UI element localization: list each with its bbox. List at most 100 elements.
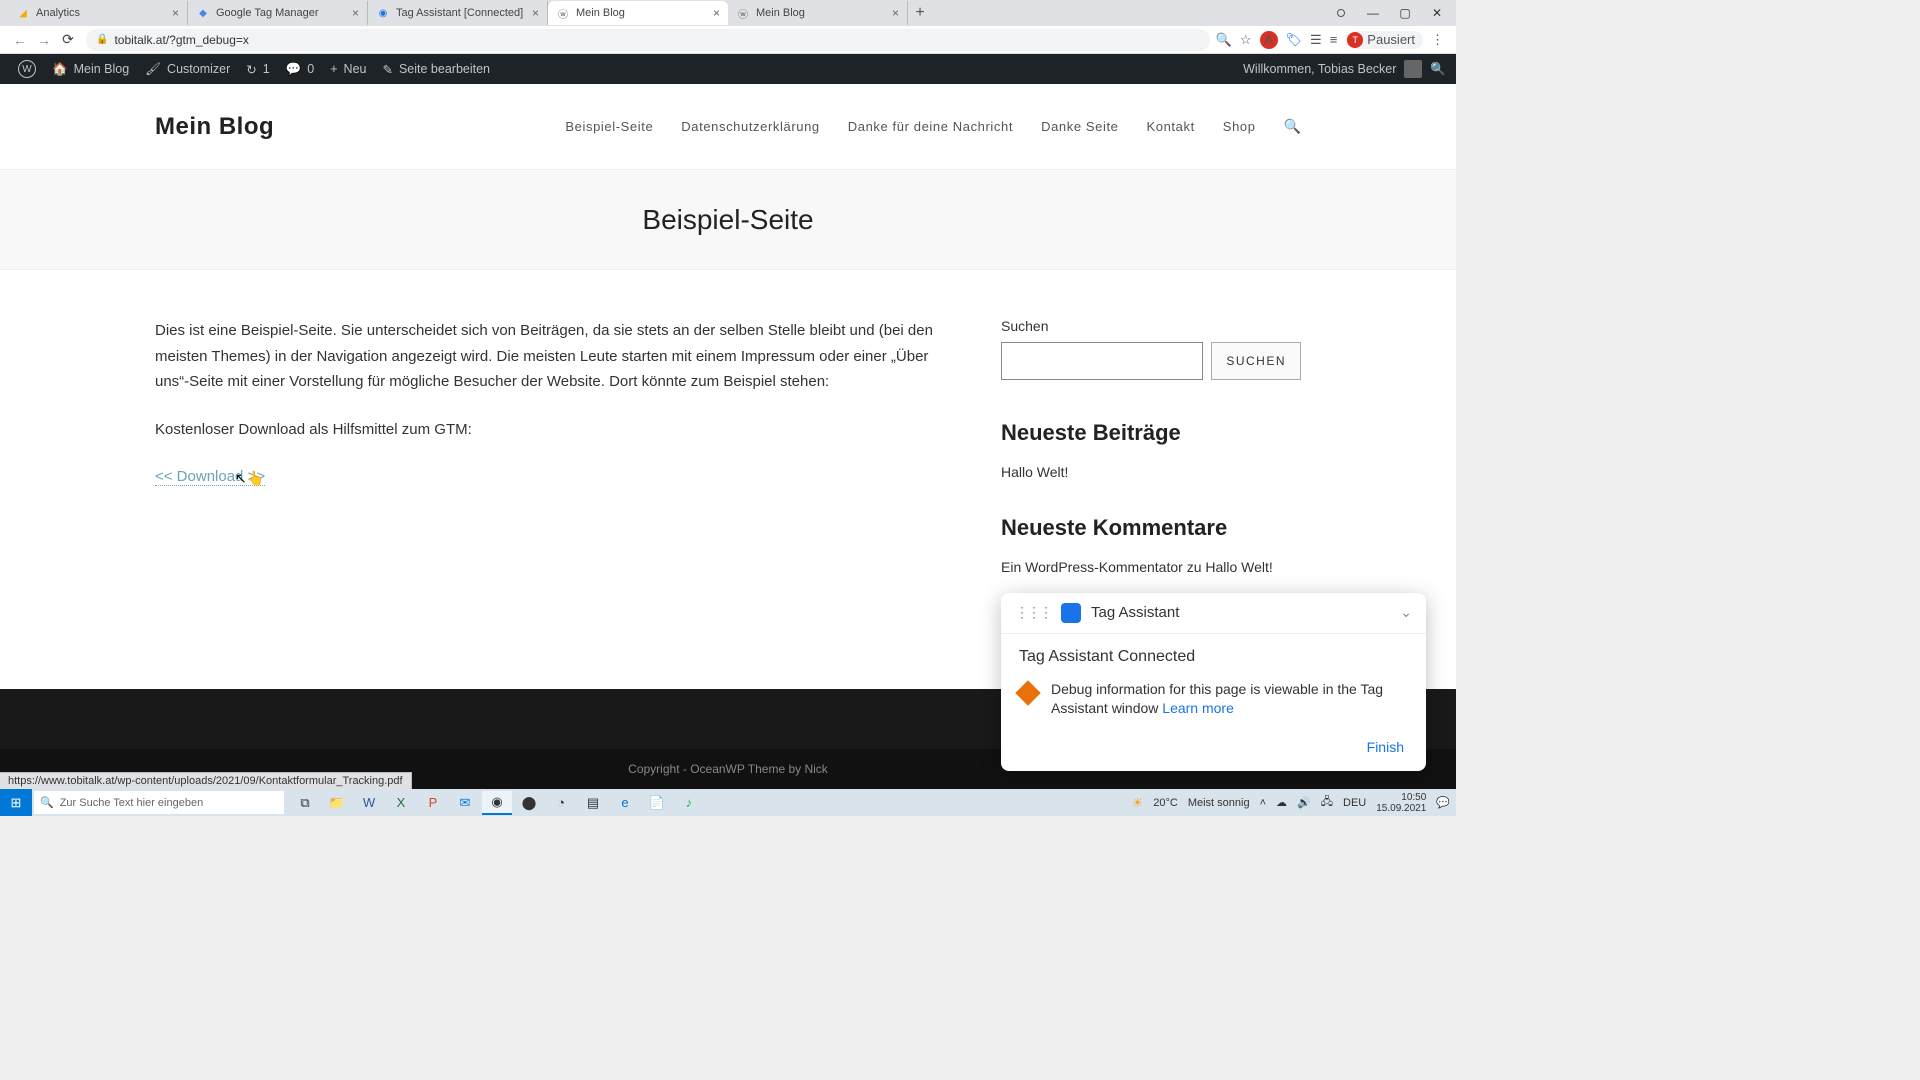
main-column: Dies ist eine Beispiel-Seite. Sie unters… xyxy=(155,318,941,575)
wp-new-label: Neu xyxy=(344,62,367,76)
menu-icon[interactable]: ⋮ xyxy=(1431,32,1444,48)
nav-shop[interactable]: Shop xyxy=(1223,119,1256,134)
file-explorer-icon[interactable]: 📁 xyxy=(322,791,352,815)
volume-icon[interactable]: 🔊 xyxy=(1297,796,1311,809)
word-icon[interactable]: W xyxy=(354,791,384,815)
profile-avatar: T xyxy=(1347,32,1363,48)
excel-icon[interactable]: X xyxy=(386,791,416,815)
app-icon-2[interactable]: ▤ xyxy=(578,791,608,815)
profile-paused-badge[interactable]: T Pausiert xyxy=(1345,31,1423,49)
close-window-button[interactable]: ✕ xyxy=(1422,6,1452,20)
close-icon[interactable]: × xyxy=(352,6,359,20)
tab-analytics[interactable]: ◢ Analytics × xyxy=(8,1,188,25)
close-icon[interactable]: × xyxy=(172,6,179,20)
search-icon: 🔍 xyxy=(40,796,54,809)
spotify-icon[interactable]: ♪ xyxy=(674,791,704,815)
onedrive-icon[interactable]: ☁ xyxy=(1276,796,1287,809)
collapse-icon[interactable]: ⌄ xyxy=(1400,604,1412,621)
minimize-button[interactable]: — xyxy=(1358,6,1388,20)
extension-abp-icon[interactable]: A xyxy=(1260,31,1278,49)
edge-icon[interactable]: e xyxy=(610,791,640,815)
sidebar: Suchen SUCHEN Neueste Beiträge Hallo Wel… xyxy=(1001,318,1301,575)
search-button[interactable]: SUCHEN xyxy=(1211,342,1301,380)
bookmark-icon[interactable]: ☆ xyxy=(1240,32,1252,48)
weather-icon: ☀ xyxy=(1132,795,1144,811)
tag-assistant-connected-heading: Tag Assistant Connected xyxy=(1019,648,1408,666)
network-icon[interactable]: 🖧 xyxy=(1321,793,1333,812)
weather-text[interactable]: Meist sonnig xyxy=(1188,797,1250,809)
maximize-button[interactable]: ▢ xyxy=(1390,6,1420,20)
search-input[interactable] xyxy=(1001,342,1203,380)
back-button[interactable]: ← xyxy=(8,32,32,48)
wp-edit-label: Seite bearbeiten xyxy=(399,62,490,76)
chrome-icon[interactable]: ◉ xyxy=(482,791,512,815)
drag-handle-icon[interactable]: ⋮⋮⋮ xyxy=(1015,604,1051,621)
forward-button[interactable]: → xyxy=(32,32,56,48)
wp-updates[interactable]: ↻ 1 xyxy=(238,62,277,77)
page-title: Beispiel-Seite xyxy=(642,204,813,236)
reload-button[interactable]: ⟳ xyxy=(56,31,80,48)
language-indicator[interactable]: DEU xyxy=(1343,797,1366,809)
url-input[interactable]: 🔒 tobitalk.at/?gtm_debug=x xyxy=(86,29,1210,51)
content-area: Dies ist eine Beispiel-Seite. Sie unters… xyxy=(0,270,1456,595)
taskbar-search[interactable]: 🔍 Zur Suche Text hier eingeben xyxy=(34,791,284,814)
tag-assistant-title: Tag Assistant xyxy=(1091,604,1390,621)
wp-welcome-text[interactable]: Willkommen, Tobias Becker xyxy=(1243,62,1396,76)
new-tab-button[interactable]: + xyxy=(908,4,932,22)
recent-post-link[interactable]: Hallo Welt! xyxy=(1001,464,1301,480)
tab-mein-blog-2[interactable]: ⓦ Mein Blog × xyxy=(728,1,908,25)
wp-search-icon[interactable]: 🔍 xyxy=(1430,62,1446,77)
nav-datenschutz[interactable]: Datenschutzerklärung xyxy=(681,119,819,134)
recent-comment-link[interactable]: Ein WordPress-Kommentator zu Hallo Welt! xyxy=(1001,559,1301,575)
wp-customizer[interactable]: 🖌 Customizer xyxy=(137,62,238,77)
nav-kontakt[interactable]: Kontakt xyxy=(1147,119,1195,134)
close-icon[interactable]: × xyxy=(713,6,720,20)
tab-label: Analytics xyxy=(36,7,168,19)
wp-logo[interactable]: W xyxy=(10,60,44,78)
task-view-icon[interactable]: ⧉ xyxy=(290,791,320,815)
zoom-icon[interactable]: 🔍 xyxy=(1216,32,1232,48)
extension-tag-icon[interactable]: 🏷 xyxy=(1286,32,1303,48)
learn-more-link[interactable]: Learn more xyxy=(1162,700,1234,716)
powerpoint-icon[interactable]: P xyxy=(418,791,448,815)
diamond-status-icon xyxy=(1015,680,1040,705)
wp-comments[interactable]: 💬 0 xyxy=(278,62,323,77)
nav-danke-nachricht[interactable]: Danke für deine Nachricht xyxy=(848,119,1013,134)
tag-assistant-logo-icon xyxy=(1061,603,1081,623)
nav-danke-seite[interactable]: Danke Seite xyxy=(1041,119,1118,134)
recent-posts-heading: Neueste Beiträge xyxy=(1001,420,1301,446)
wp-avatar[interactable] xyxy=(1404,60,1422,78)
tray-chevron-icon[interactable]: ˄ xyxy=(1260,797,1266,809)
obs-icon[interactable]: ⬤ xyxy=(514,791,544,815)
wp-new[interactable]: + Neu xyxy=(322,62,374,76)
app-icon-1[interactable]: ◔ xyxy=(546,791,576,815)
wp-edit-page[interactable]: ✎ Seite bearbeiten xyxy=(374,62,498,77)
extensions-icon[interactable]: ≡ xyxy=(1330,32,1338,47)
tag-assistant-panel: ⋮⋮⋮ Tag Assistant ⌄ Tag Assistant Connec… xyxy=(1001,593,1426,771)
taskbar-clock[interactable]: 10:50 15.09.2021 xyxy=(1376,792,1426,814)
notifications-icon[interactable]: 💬 xyxy=(1436,796,1450,809)
tab-mein-blog-active[interactable]: ⓦ Mein Blog × xyxy=(548,1,728,25)
brush-icon: 🖌 xyxy=(145,62,161,77)
account-dot-icon[interactable] xyxy=(1326,6,1356,20)
wp-site-link[interactable]: 🏠 Mein Blog xyxy=(44,62,137,77)
weather-temp[interactable]: 20°C xyxy=(1153,797,1178,809)
tab-tag-assistant[interactable]: ◉ Tag Assistant [Connected] × xyxy=(368,1,548,25)
notepad-icon[interactable]: 📄 xyxy=(642,791,672,815)
taskbar-date: 15.09.2021 xyxy=(1376,803,1426,814)
nav-beispiel-seite[interactable]: Beispiel-Seite xyxy=(565,119,653,134)
taskbar-search-placeholder: Zur Suche Text hier eingeben xyxy=(60,797,204,809)
close-icon[interactable]: × xyxy=(532,6,539,20)
wordpress-icon: ⓦ xyxy=(736,6,750,20)
tab-gtm[interactable]: ◆ Google Tag Manager × xyxy=(188,1,368,25)
start-button[interactable]: ⊞ xyxy=(0,789,32,816)
nav-search-icon[interactable]: 🔍 xyxy=(1284,118,1301,135)
reading-list-icon[interactable]: ☰ xyxy=(1310,32,1322,48)
finish-button[interactable]: Finish xyxy=(1367,739,1404,755)
mail-icon[interactable]: ✉ xyxy=(450,791,480,815)
download-link[interactable]: << Download >> xyxy=(155,468,265,486)
site-title[interactable]: Mein Blog xyxy=(155,113,274,141)
tag-assistant-message: Debug information for this page is viewa… xyxy=(1051,680,1408,719)
recent-comments-heading: Neueste Kommentare xyxy=(1001,515,1301,541)
close-icon[interactable]: × xyxy=(892,6,899,20)
